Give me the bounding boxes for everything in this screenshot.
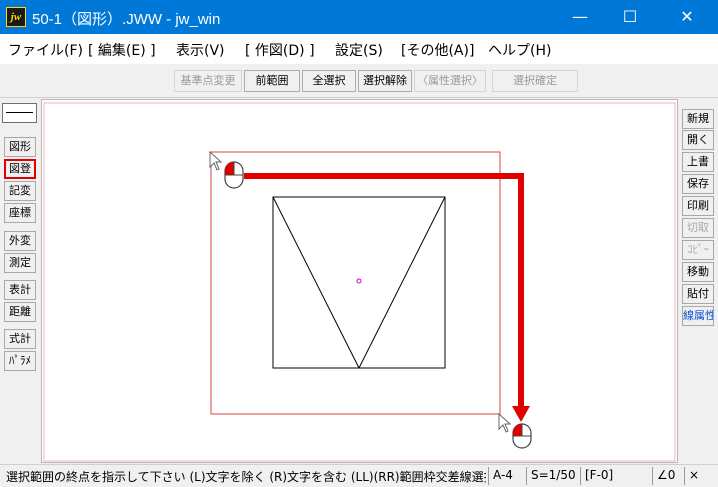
mouse-left-click-icon [224, 161, 244, 189]
status-bar: 選択範囲の終点を指示して下さい (L)文字を除く (R)文字を含む (LL)(R… [0, 464, 718, 487]
deselect-button[interactable]: 選択解除 [358, 70, 412, 92]
menu-other[interactable]: [その他(A)] [401, 40, 474, 60]
tool-distance[interactable]: 距離 [4, 302, 36, 322]
copy-button[interactable]: ｺﾋﾟｰ [682, 240, 714, 260]
v-line-left[interactable] [272, 196, 360, 369]
new-file-button[interactable]: 新規 [682, 109, 714, 129]
tool-measure[interactable]: 測定 [4, 253, 36, 273]
tool-coordinates[interactable]: 座標 [4, 203, 36, 223]
tool-figure[interactable]: 図形 [4, 137, 36, 157]
title-bar[interactable]: jw 50-1（図形）.JWW - jw_win — ☐ ✕ [0, 0, 718, 34]
drag-arrow-head [512, 406, 530, 422]
tool-register-figure[interactable]: 図登 [4, 159, 36, 179]
paper-size-indicator[interactable]: A-4 [488, 467, 526, 485]
canvas-drawing [43, 102, 676, 462]
selection-rectangle [210, 151, 501, 415]
paper-frame [43, 102, 676, 462]
attribute-select-button[interactable]: 〈属性選択〉 [414, 70, 486, 92]
mouse-left-click-end-icon [512, 423, 532, 449]
minimize-button[interactable]: — [557, 0, 603, 34]
cut-button[interactable]: 切取 [682, 218, 714, 238]
overwrite-save-button[interactable]: 上書 [682, 152, 714, 172]
menu-help[interactable]: ヘルプ(H) [488, 40, 551, 60]
tool-symbol-change[interactable]: 記変 [4, 181, 36, 201]
confirm-selection-button[interactable]: 選択確定 [492, 70, 578, 92]
menu-file[interactable]: ファイル(F) [8, 40, 83, 60]
select-all-button[interactable]: 全選択 [302, 70, 356, 92]
scale-indicator[interactable]: S=1/50 [526, 467, 578, 485]
menu-bar: ファイル(F) [ 編集(E) ] 表示(V) [ 作図(D) ] 設定(S) … [0, 34, 718, 64]
zoom-indicator[interactable]: × [684, 467, 714, 485]
move-button[interactable]: 移動 [682, 262, 714, 282]
line-type-indicator[interactable] [2, 103, 37, 123]
v-line-right[interactable] [358, 196, 446, 369]
print-button[interactable]: 印刷 [682, 196, 714, 216]
drag-path-arrow [244, 173, 524, 406]
previous-range-button[interactable]: 前範囲 [244, 70, 300, 92]
menu-draw[interactable]: [ 作図(D) ] [245, 40, 315, 60]
layer-indicator[interactable]: [F-0] [580, 467, 644, 485]
paste-button[interactable]: 貼付 [682, 284, 714, 304]
cursor-start-icon [209, 150, 223, 171]
tool-formula-calc[interactable]: 式計 [4, 329, 36, 349]
tool-table-calc[interactable]: 表計 [4, 280, 36, 300]
menu-settings[interactable]: 設定(S) [335, 40, 383, 60]
base-point-change-button[interactable]: 基準点変更 [174, 70, 242, 92]
tool-options-bar: 基準点変更 前範囲 全選択 選択解除 〈属性選択〉 選択確定 [0, 64, 718, 98]
tool-parametric[interactable]: ﾊﾟﾗﾒ [4, 351, 36, 371]
jw-app-icon[interactable]: jw [6, 7, 26, 27]
status-message: 選択範囲の終点を指示して下さい (L)文字を除く (R)文字を含む (LL)(R… [6, 470, 486, 484]
window-title: 50-1（図形）.JWW - jw_win [32, 11, 221, 28]
tool-external-change[interactable]: 外変 [4, 231, 36, 251]
center-point-marker [356, 278, 362, 284]
menu-edit[interactable]: [ 編集(E) ] [88, 40, 156, 60]
menu-view[interactable]: 表示(V) [176, 40, 225, 60]
maximize-button[interactable]: ☐ [607, 0, 653, 34]
close-button[interactable]: ✕ [664, 0, 710, 34]
drawing-canvas[interactable] [41, 99, 678, 463]
open-file-button[interactable]: 開く [682, 130, 714, 150]
angle-indicator[interactable]: ∠0 [652, 467, 682, 485]
line-attribute-button[interactable]: 線属性 [682, 306, 714, 326]
cursor-end-icon [498, 412, 512, 433]
save-button[interactable]: 保存 [682, 174, 714, 194]
